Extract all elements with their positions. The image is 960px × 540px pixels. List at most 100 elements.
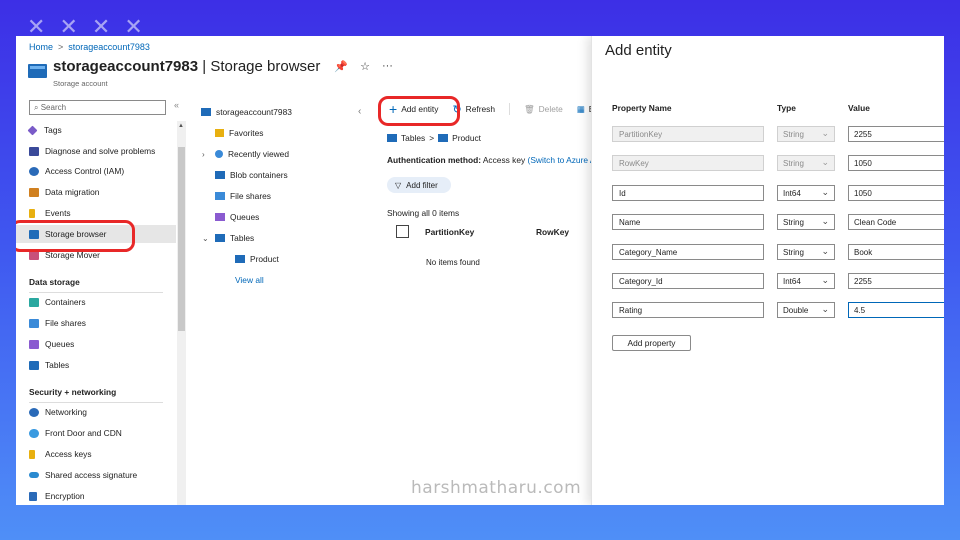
column-partitionkey[interactable]: PartitionKey [425,227,536,237]
property-row: PartitionKey String ⌄ 2255 [612,126,944,142]
property-name-field[interactable]: Category_Id [612,273,764,289]
wrench-icon [29,146,39,156]
tree-item-files[interactable]: File shares [215,191,271,201]
content-breadcrumb: Tables > Product [387,133,481,143]
link-icon [29,472,39,478]
breadcrumb-tables[interactable]: Tables [401,133,425,143]
scrollbar-thumb[interactable] [178,147,185,331]
switch-auth-link[interactable]: (Switch to Azure A [528,155,596,165]
queue-icon [29,339,39,349]
tree-item-tables[interactable]: ⌄ Tables [202,233,254,243]
nav-scrollbar[interactable]: ▲ [177,121,186,505]
sidebar-item-sas[interactable]: Shared access signature [29,466,137,484]
property-value-field[interactable]: 2255 [848,273,944,289]
add-property-button[interactable]: Add property [612,335,691,351]
sidebar-item-queues[interactable]: Queues [29,335,74,353]
property-name-field[interactable]: Rating [612,302,764,318]
table-icon [387,134,397,142]
sidebar-item-containers[interactable]: Containers [29,293,86,311]
add-filter-button[interactable]: ▽ Add filter [387,177,451,193]
sidebar-item-access-keys[interactable]: Access keys [29,445,92,463]
pin-icon[interactable]: 📌 [334,60,348,73]
tree-item-recent[interactable]: › Recently viewed [202,149,289,159]
collapse-tree-icon[interactable]: ‹ [358,106,361,117]
chevron-down-icon: ⌄ [821,128,829,138]
tree-item-account[interactable]: storageaccount7983 [201,107,292,117]
filter-icon: ▽ [395,180,402,190]
sidebar-item-encryption[interactable]: Encryption [29,487,85,505]
watermark: harshmatharu.com [411,478,582,498]
storage-icon [201,108,211,116]
table-icon [438,134,449,142]
collapse-nav-icon[interactable]: « [174,100,179,110]
tree-label: Product [250,254,279,264]
property-type-select[interactable]: Double ⌄ [777,302,835,318]
property-name-field[interactable]: Category_Name [612,244,764,260]
toolbar-divider [508,103,510,115]
tree-label: File shares [230,191,271,201]
people-icon [29,166,39,176]
breadcrumb-product[interactable]: Product [452,133,481,143]
chevron-right-icon[interactable]: › [202,150,212,159]
column-rowkey[interactable]: RowKey [536,227,569,237]
property-value-field[interactable]: 1050 [848,185,944,201]
sidebar-item-tables[interactable]: Tables [29,356,69,374]
select-all-checkbox[interactable] [396,225,409,238]
tree-item-blob[interactable]: Blob containers [215,170,288,180]
sidebar-item-networking[interactable]: Networking [29,403,87,421]
property-name-field[interactable]: Name [612,214,764,230]
property-row: Rating Double ⌄ 4.5 [612,302,944,318]
property-row: Category_Name String ⌄ Book [612,244,944,260]
sidebar-item-diagnose[interactable]: Diagnose and solve problems [29,142,155,160]
tree-item-queues[interactable]: Queues [215,212,259,222]
breadcrumb-account[interactable]: storageaccount7983 [68,42,150,52]
sidebar-item-data-migration[interactable]: Data migration [29,183,99,201]
more-icon[interactable]: ··· [382,60,393,73]
view-all-link[interactable]: View all [235,275,264,285]
property-type-select[interactable]: Int64 ⌄ [777,273,835,289]
breadcrumb-home[interactable]: Home [29,42,53,52]
property-row: Id Int64 ⌄ 1050 [612,185,944,201]
chevron-down-icon: ⌄ [821,275,829,285]
chevron-down-icon[interactable]: ⌄ [202,234,212,243]
property-type-select[interactable]: String ⌄ [777,244,835,260]
sidebar-item-front-door[interactable]: Front Door and CDN [29,424,122,442]
tree-item-favorites[interactable]: Favorites [215,128,263,138]
property-type-select[interactable]: String ⌄ [777,214,835,230]
property-name-field[interactable]: Id [612,185,764,201]
property-value-field[interactable]: 4.5 [848,302,944,318]
sidebar-item-label: Data migration [45,187,100,197]
breadcrumb: Home > storageaccount7983 [29,42,150,52]
file-share-icon [29,318,39,328]
sidebar-item-label: Networking [45,407,87,417]
sidebar-item-file-shares[interactable]: File shares [29,314,86,332]
search-input[interactable]: ⌕ Search [29,100,166,115]
star-icon[interactable]: ☆ [360,60,370,73]
file-share-icon [215,192,225,200]
scroll-up-icon[interactable]: ▲ [178,123,184,129]
property-type-select: String ⌄ [777,126,835,142]
cloud-icon [29,428,39,438]
left-navigation: ⌕ Search « ▲ Tags Diagnose and solve pro… [16,96,193,505]
tree-item-product[interactable]: Product [235,254,279,264]
property-name-field: RowKey [612,155,764,171]
property-value-field[interactable]: Book [848,244,944,260]
sidebar-item-tags[interactable]: Tags [27,121,62,139]
panel-title: Add entity [605,42,672,59]
property-value-field[interactable]: 1050 [848,155,944,171]
title-divider: | [198,58,211,75]
type-value: String [783,218,804,227]
azure-portal-window: Home > storageaccount7983 storageaccount… [16,36,944,505]
property-value-field[interactable]: Clean Code [848,214,944,230]
auth-value: Access key [480,155,528,165]
breadcrumb-separator: > [58,42,64,52]
bolt-icon [29,208,35,218]
sidebar-item-iam[interactable]: Access Control (IAM) [29,162,124,180]
delete-button[interactable]: 🗑 Delete [524,104,563,115]
column-header-type: Type [777,103,796,113]
delete-label: Delete [538,104,563,114]
property-type-select[interactable]: Int64 ⌄ [777,185,835,201]
page-name: Storage browser [210,58,321,75]
tree-label: Queues [230,212,260,222]
property-value-field[interactable]: 2255 [848,126,944,142]
